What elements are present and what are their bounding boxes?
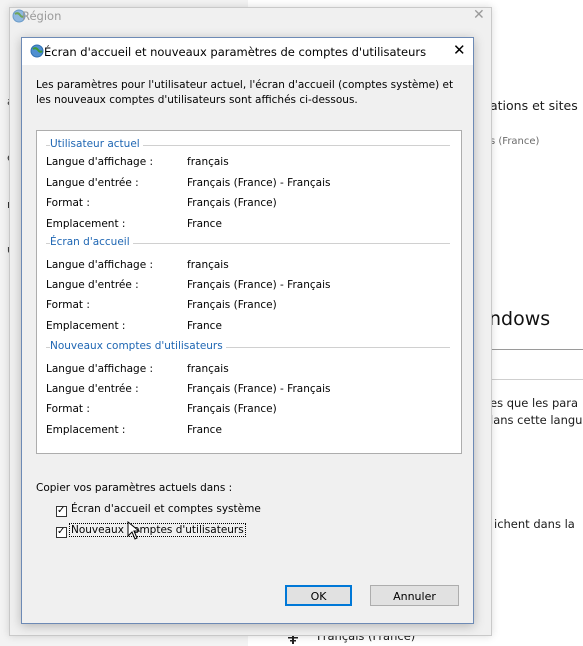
row-label: Format : bbox=[46, 403, 90, 415]
row-value: français bbox=[187, 363, 229, 375]
background-heading: ndows bbox=[489, 308, 551, 330]
checkmark-icon: ✓ bbox=[57, 526, 66, 537]
welcome-screen-checkbox[interactable]: ✓ bbox=[56, 506, 67, 517]
background-text: es que les para bbox=[490, 396, 579, 410]
row-value: Français (France) bbox=[187, 403, 277, 415]
row-label: Langue d'entrée : bbox=[46, 383, 139, 395]
background-text: s (France) bbox=[490, 136, 540, 147]
row-value: Français (France) - Français bbox=[187, 383, 331, 395]
background-text: ations et sites bbox=[490, 98, 578, 113]
new-accounts-checkbox-label[interactable]: Nouveaux comptes d'utilisateurs bbox=[69, 523, 246, 537]
row-value: français bbox=[187, 259, 229, 271]
row-value: Français (France) - Français bbox=[187, 279, 331, 291]
row-label: Emplacement : bbox=[46, 320, 126, 332]
row-label: Langue d'affichage : bbox=[46, 363, 154, 375]
row-label: Emplacement : bbox=[46, 424, 126, 436]
row-value: Français (France) - Français bbox=[187, 177, 331, 189]
dialog-intro-text: Les paramètres pour l'utilisateur actuel… bbox=[36, 79, 454, 106]
dialog-title: Écran d'accueil et nouveaux paramètres d… bbox=[44, 45, 427, 59]
row-value: français bbox=[187, 156, 229, 168]
row-value: France bbox=[187, 218, 222, 230]
row-value: Français (France) bbox=[187, 197, 277, 209]
background-divider bbox=[490, 379, 583, 380]
section-title-current-user: Utilisateur actuel bbox=[50, 138, 143, 150]
copy-settings-label: Copier vos paramètres actuels dans : bbox=[36, 482, 233, 494]
new-accounts-checkbox[interactable]: ✓ bbox=[56, 527, 67, 538]
row-value: France bbox=[187, 320, 222, 332]
row-label: Langue d'affichage : bbox=[46, 156, 154, 168]
row-label: Format : bbox=[46, 299, 90, 311]
close-icon[interactable]: ✕ bbox=[453, 41, 466, 59]
row-value: Français (France) bbox=[187, 299, 277, 311]
row-value: France bbox=[187, 424, 222, 436]
row-label: Emplacement : bbox=[46, 218, 126, 230]
checkmark-icon: ✓ bbox=[57, 505, 66, 516]
background-text: ichent dans la bbox=[494, 517, 575, 531]
section-title-welcome-screen: Écran d'accueil bbox=[50, 236, 133, 248]
background-divider bbox=[490, 349, 583, 350]
row-label: Langue d'entrée : bbox=[46, 177, 139, 189]
ok-button[interactable]: OK bbox=[285, 585, 352, 606]
section-title-new-accounts: Nouveaux comptes d'utilisateurs bbox=[50, 340, 226, 352]
globe-icon bbox=[30, 44, 44, 58]
close-icon[interactable]: ✕ bbox=[473, 7, 485, 23]
row-label: Langue d'entrée : bbox=[46, 279, 139, 291]
welcome-screen-checkbox-label[interactable]: Écran d'accueil et comptes système bbox=[71, 503, 261, 515]
row-label: Langue d'affichage : bbox=[46, 259, 154, 271]
mouse-cursor-icon bbox=[127, 521, 141, 540]
row-label: Format : bbox=[46, 197, 90, 209]
background-text: lans cette langu bbox=[490, 413, 583, 427]
region-window-title: Région bbox=[22, 9, 62, 23]
cancel-button[interactable]: Annuler bbox=[370, 585, 459, 606]
